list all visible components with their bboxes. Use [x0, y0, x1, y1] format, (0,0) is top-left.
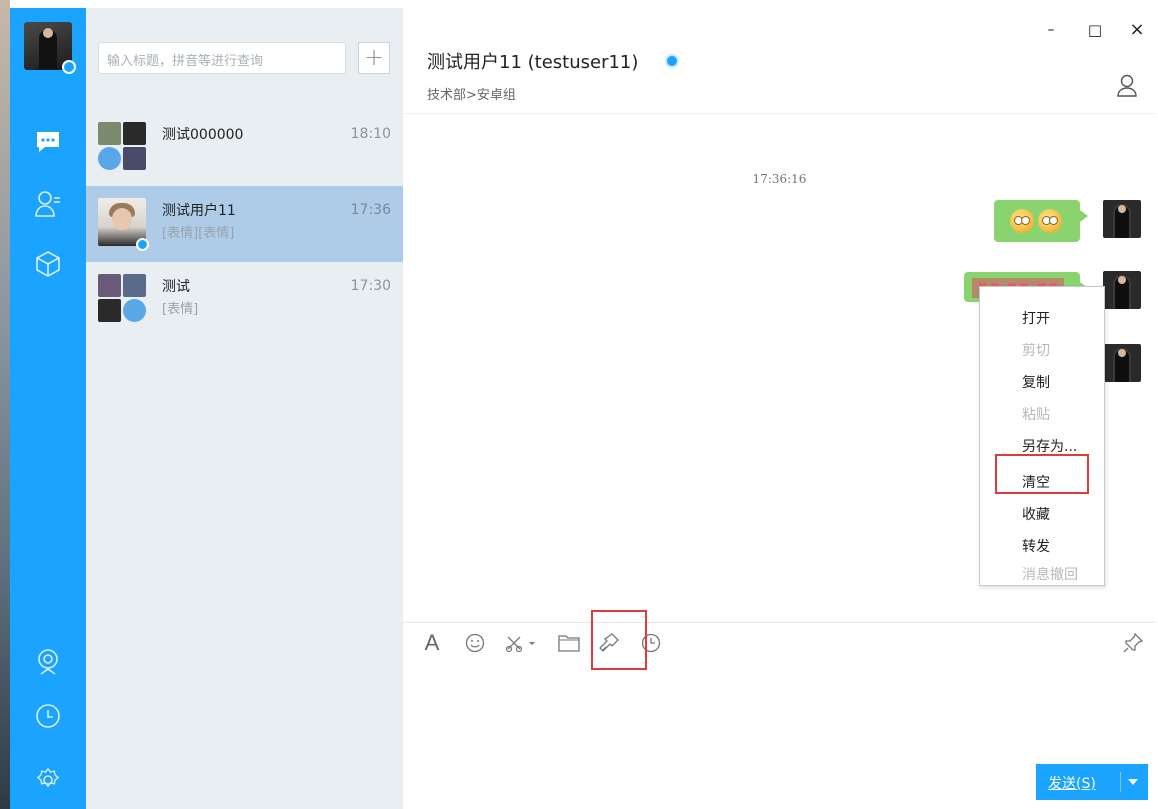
menu-item-forward[interactable]: 转发 — [980, 531, 1104, 563]
emoji-icon[interactable] — [463, 629, 487, 657]
message-timestamp: 17:36:16 — [752, 172, 807, 186]
message-input-area[interactable] — [403, 663, 1156, 759]
sender-avatar[interactable] — [1103, 344, 1141, 382]
menu-item-open[interactable]: 打开 — [980, 303, 1104, 335]
chat-department: 技术部>安卓组 — [427, 88, 516, 103]
emoji-icon — [1010, 209, 1034, 233]
im-app-window: 输入标题，拼音等进行查询 + 测试000000 18:10 测试用户11 [表情… — [10, 8, 1156, 809]
minimize-button[interactable]: – — [1036, 18, 1066, 42]
online-status-dot — [62, 60, 76, 74]
conversation-item-active[interactable]: 测试用户11 [表情][表情] 17:36 — [86, 186, 403, 262]
conversation-list-panel: 输入标题，拼音等进行查询 + 测试000000 18:10 测试用户11 [表情… — [86, 8, 403, 809]
online-status-dot — [136, 238, 149, 251]
menu-item-cut[interactable]: 剪切 — [980, 335, 1104, 367]
menu-item-copy[interactable]: 复制 — [980, 367, 1104, 399]
send-button[interactable]: 发送(S) — [1036, 764, 1148, 800]
conversation-title: 测试 — [162, 279, 190, 295]
send-label: 发送(S) — [1048, 776, 1096, 792]
online-status-dot — [665, 54, 679, 68]
conversation-preview: [表情] — [162, 302, 199, 317]
pin-icon[interactable] — [1121, 629, 1145, 657]
folder-icon[interactable] — [557, 629, 581, 657]
chat-title: 测试用户11 (testuser11) — [427, 52, 639, 73]
conversation-item[interactable]: 测试000000 18:10 — [86, 110, 403, 186]
conversation-title: 测试000000 — [162, 127, 244, 143]
conversation-time: 18:10 — [350, 126, 391, 142]
menu-item-recall[interactable]: 消息撤回 — [980, 563, 1104, 587]
context-menu: 打开 剪切 复制 粘贴 另存为... 清空 收藏 转发 消息撤回 — [979, 286, 1105, 586]
conversation-time: 17:36 — [350, 202, 391, 218]
input-toolbar: A — [403, 622, 1156, 662]
chat-header: – □ × 测试用户11 (testuser11) 技术部>安卓组 — [403, 8, 1156, 114]
send-divider — [1120, 772, 1121, 792]
sender-avatar[interactable] — [1103, 271, 1141, 309]
webcam-icon[interactable] — [32, 646, 64, 678]
conversation-time: 17:30 — [350, 278, 391, 294]
profile-icon[interactable] — [1116, 74, 1138, 98]
close-button[interactable]: × — [1122, 18, 1152, 42]
nav-sidebar — [10, 8, 86, 809]
menu-item-favorite[interactable]: 收藏 — [980, 499, 1104, 531]
group-avatar — [98, 274, 146, 322]
contacts-icon[interactable] — [32, 188, 64, 220]
conversation-preview: [表情][表情] — [162, 226, 235, 241]
emoji-icon — [1038, 209, 1062, 233]
message-bubble[interactable] — [994, 200, 1088, 242]
add-button[interactable]: + — [358, 42, 390, 74]
send-options-dropdown-icon[interactable] — [1128, 779, 1138, 785]
screenshot-icon[interactable] — [503, 629, 543, 657]
sender-avatar[interactable] — [1103, 200, 1141, 238]
conversation-item[interactable]: 测试 [表情] 17:30 — [86, 262, 403, 338]
conversation-title: 测试用户11 — [162, 203, 236, 219]
maximize-button[interactable]: □ — [1080, 18, 1110, 42]
group-avatar — [98, 122, 146, 170]
highlight-box-clear — [995, 454, 1089, 494]
desktop-background-strip — [0, 0, 10, 809]
apps-cube-icon[interactable] — [32, 248, 64, 280]
highlight-box-brush — [591, 610, 647, 670]
clock-icon[interactable] — [32, 700, 64, 732]
messages-icon[interactable] — [32, 126, 64, 158]
chat-panel: – □ × 测试用户11 (testuser11) 技术部>安卓组 17:36:… — [403, 8, 1156, 809]
search-input[interactable]: 输入标题，拼音等进行查询 — [98, 42, 346, 74]
menu-item-paste[interactable]: 粘贴 — [980, 399, 1104, 431]
settings-gear-icon[interactable] — [32, 764, 64, 796]
font-icon[interactable]: A — [421, 629, 443, 657]
